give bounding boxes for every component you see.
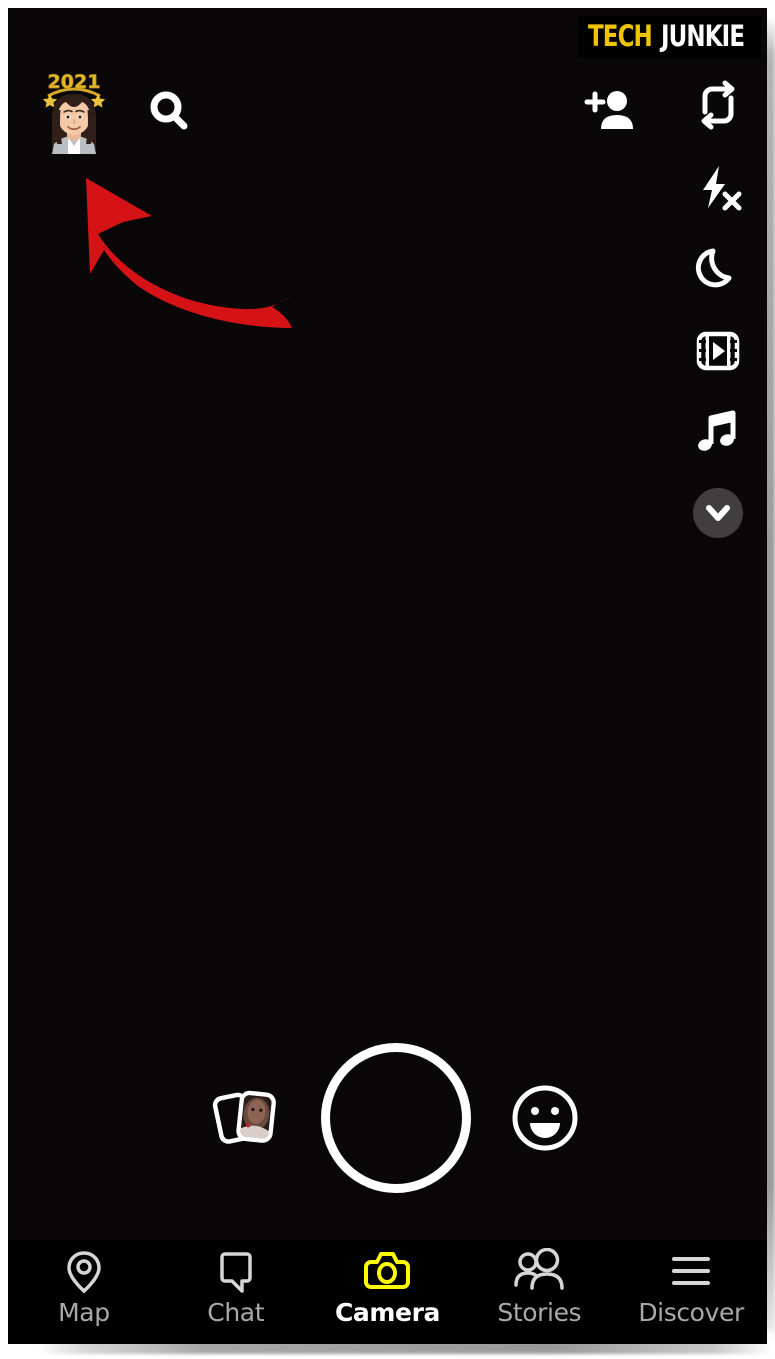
multi-snap-button[interactable] (691, 324, 745, 378)
multi-snap-icon (696, 331, 740, 371)
shutter-button[interactable] (321, 1043, 471, 1193)
techjunkie-watermark: TECH JUNKIE (577, 16, 761, 58)
camera-icon (362, 1248, 412, 1294)
camera-flip-button[interactable] (691, 78, 745, 132)
watermark-junkie: JUNKIE (660, 18, 745, 53)
nav-item-camera[interactable]: Camera (312, 1248, 464, 1325)
nav-item-stories[interactable]: Stories (463, 1248, 615, 1325)
lenses-button[interactable] (510, 1083, 580, 1153)
memories-icon (212, 1090, 276, 1144)
sounds-button[interactable] (691, 406, 745, 460)
camera-tool-rail (687, 78, 749, 538)
flash-off-button[interactable] (691, 160, 745, 214)
music-note-icon (698, 410, 736, 451)
nav-label-stories: Stories (497, 1298, 582, 1327)
map-pin-icon (62, 1248, 106, 1294)
search-icon (150, 91, 188, 130)
avatar-year-text: 2021 (48, 71, 101, 93)
phone-screen: TECH JUNKIE 2021 Map Chat Camera Stories… (8, 8, 767, 1344)
flash-off-icon (703, 166, 742, 211)
chevron-down-icon (706, 505, 730, 521)
nav-item-discover[interactable]: Discover (615, 1248, 767, 1325)
camera-flip-icon (701, 80, 735, 130)
nav-label-chat: Chat (207, 1298, 265, 1327)
nav-label-discover: Discover (638, 1298, 744, 1327)
watermark-tech: TECH (587, 18, 653, 53)
add-friend-button[interactable] (583, 84, 639, 136)
memories-button[interactable] (206, 1078, 286, 1158)
search-button[interactable] (144, 86, 196, 138)
hamburger-icon (667, 1248, 715, 1294)
chat-bubble-icon (214, 1248, 258, 1294)
avatar: 2021 (42, 71, 106, 154)
nav-label-map: Map (58, 1298, 110, 1327)
add-friend-icon (584, 91, 633, 129)
bitmoji-avatar-button[interactable]: 2021 (38, 66, 110, 154)
nav-item-map[interactable]: Map (8, 1248, 160, 1325)
nav-label-camera: Camera (334, 1298, 440, 1327)
more-options-button[interactable] (693, 488, 743, 538)
nav-item-chat[interactable]: Chat (160, 1248, 312, 1325)
people-icon (513, 1248, 565, 1294)
night-mode-icon (695, 248, 732, 288)
bottom-navigation: Map Chat Camera Stories Discover (8, 1240, 767, 1344)
night-mode-button[interactable] (691, 242, 745, 296)
smiley-lens-icon (512, 1085, 578, 1151)
screenshot-page: TECH JUNKIE 2021 Map Chat Camera Stories… (0, 0, 775, 1359)
